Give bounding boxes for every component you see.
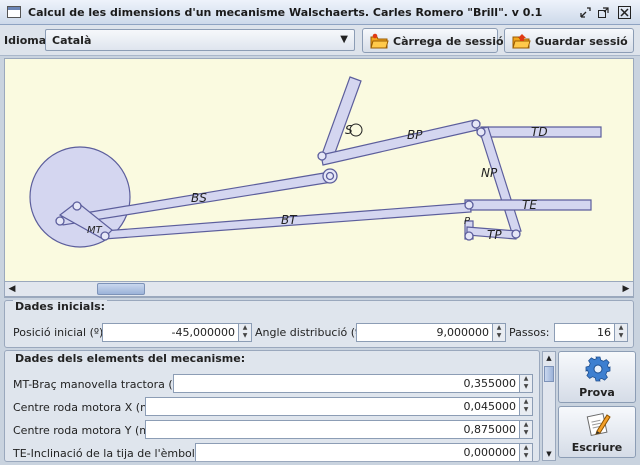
app-window-icon [7,6,21,18]
joint [72,201,82,211]
spinner-buttons[interactable]: ▲ ▼ [614,324,627,341]
initial-position-value: -45,000000 [171,326,235,339]
element-value: 0,355000 [463,377,517,390]
spin-up-icon[interactable]: ▲ [239,324,251,332]
save-session-label: Guardar sessió [535,35,628,48]
distribution-angle-value: 9,000000 [436,326,490,339]
test-button[interactable]: Prova [558,351,636,403]
language-select-value: Català [52,34,92,47]
initial-position-spinner[interactable]: -45,000000 ▲ ▼ [102,323,252,342]
element-label: Centre roda motora Y (m): [13,424,158,437]
joint [464,200,474,210]
spin-up-icon[interactable]: ▲ [520,421,532,429]
spinner-buttons[interactable]: ▲ ▼ [519,444,532,461]
spin-down-icon[interactable]: ▼ [520,383,532,391]
steps-value: 16 [597,326,611,339]
scroll-thumb[interactable] [544,366,554,382]
joint [476,127,486,137]
spin-up-icon[interactable]: ▲ [520,398,532,406]
label-np: NP [481,166,498,180]
rod-np [478,126,522,234]
spin-up-icon[interactable]: ▲ [520,375,532,383]
save-session-icon [512,34,531,49]
write-icon [586,412,611,437]
mechanism-elements-title: Dades dels elements del mecanisme: [13,352,248,365]
scroll-thumb[interactable] [97,283,145,295]
label-td: TD [531,125,548,139]
steps-label: Passos: [509,326,550,339]
element-spinner[interactable]: 0,045000 ▲ ▼ [145,397,533,416]
mechanism-diagram: BS BT BP S TD TE TP NP P MT [29,76,602,248]
element-spinner[interactable]: 0,000000 ▲ ▼ [195,443,533,461]
joint [317,151,327,161]
joint [471,119,481,129]
initial-data-title: Dades inicials: [13,300,108,313]
spin-down-icon[interactable]: ▼ [520,429,532,437]
chevron-down-icon: ▼ [340,34,348,45]
label-bt: BT [281,213,298,227]
save-session-button[interactable]: Guardar sessió [504,28,634,53]
joint [55,216,65,226]
distribution-angle-label: Angle distribució (º): [255,326,369,339]
scroll-down-icon[interactable]: ▼ [543,448,555,460]
element-value: 0,000000 [463,446,517,459]
label-bs: BS [191,191,207,205]
vertical-scrollbar[interactable]: ▲ ▼ [542,351,556,461]
spinner-buttons[interactable]: ▲ ▼ [238,324,251,341]
load-session-icon [370,33,389,49]
spinner-buttons[interactable]: ▲ ▼ [492,324,505,341]
element-label: TE-Inclinació de la tija de l'èmbol (º): [13,447,216,460]
element-value: 0,875000 [463,423,517,436]
element-label: Centre roda motora X (m): [13,401,159,414]
spin-up-icon[interactable]: ▲ [520,444,532,452]
spinner-buttons[interactable]: ▲ ▼ [519,421,532,438]
language-select[interactable]: Català ▼ [45,29,355,51]
mechanism-elements-group: Dades dels elements del mecanisme: MT-Br… [4,350,540,462]
label-bp: BP [407,128,423,142]
joint [464,231,474,241]
element-spinner[interactable]: 0,875000 ▲ ▼ [145,420,533,439]
write-button-label: Escriure [571,441,623,454]
element-label: MT-Braç manovella tractora (m): [13,378,192,391]
label-te: TE [522,198,537,212]
load-session-label: Càrrega de sessió [393,35,504,48]
label-p: P [464,216,471,227]
spin-up-icon[interactable]: ▲ [615,324,627,332]
write-button[interactable]: Escriure [558,406,636,458]
initial-data-group: Dades inicials: Posició inicial (º): -45… [4,300,634,348]
label-tp: TP [487,228,502,242]
scroll-right-icon[interactable]: ▶ [619,282,633,296]
spinner-buttons[interactable]: ▲ ▼ [519,398,532,415]
scroll-up-icon[interactable]: ▲ [543,352,555,364]
mechanism-canvas[interactable]: BS BT BP S TD TE TP NP P MT [4,58,634,298]
steps-spinner[interactable]: 16 ▲ ▼ [554,323,628,342]
title-bar: Calcul de les dimensions d'un mecanisme … [0,0,640,25]
test-button-label: Prova [579,386,615,399]
horizontal-scrollbar[interactable]: ◀ ▶ [4,281,634,297]
joint [100,231,110,241]
maximize-icon[interactable] [596,5,611,20]
spin-down-icon[interactable]: ▼ [615,332,627,340]
joint [511,229,521,239]
language-label: Idioma: [4,34,51,47]
spin-down-icon[interactable]: ▼ [520,452,532,460]
joint [325,171,335,181]
load-session-button[interactable]: Càrrega de sessió [362,28,504,53]
spin-down-icon[interactable]: ▼ [520,406,532,414]
scroll-left-icon[interactable]: ◀ [5,282,19,296]
label-mt: MT [87,225,103,236]
element-value: 0,045000 [463,400,517,413]
element-spinner[interactable]: 0,355000 ▲ ▼ [173,374,533,393]
spin-up-icon[interactable]: ▲ [493,324,505,332]
spin-down-icon[interactable]: ▼ [239,332,251,340]
minimize-icon[interactable] [578,5,593,20]
toolbar: Idioma: Català ▼ Càrrega de sessió Guard… [0,25,640,56]
close-icon[interactable] [617,5,632,20]
distribution-angle-spinner[interactable]: 9,000000 ▲ ▼ [356,323,506,342]
spinner-buttons[interactable]: ▲ ▼ [519,375,532,392]
spin-down-icon[interactable]: ▼ [493,332,505,340]
initial-position-label: Posició inicial (º): [13,326,108,339]
gear-icon [585,356,611,382]
window-title: Calcul de les dimensions d'un mecanisme … [28,6,543,19]
